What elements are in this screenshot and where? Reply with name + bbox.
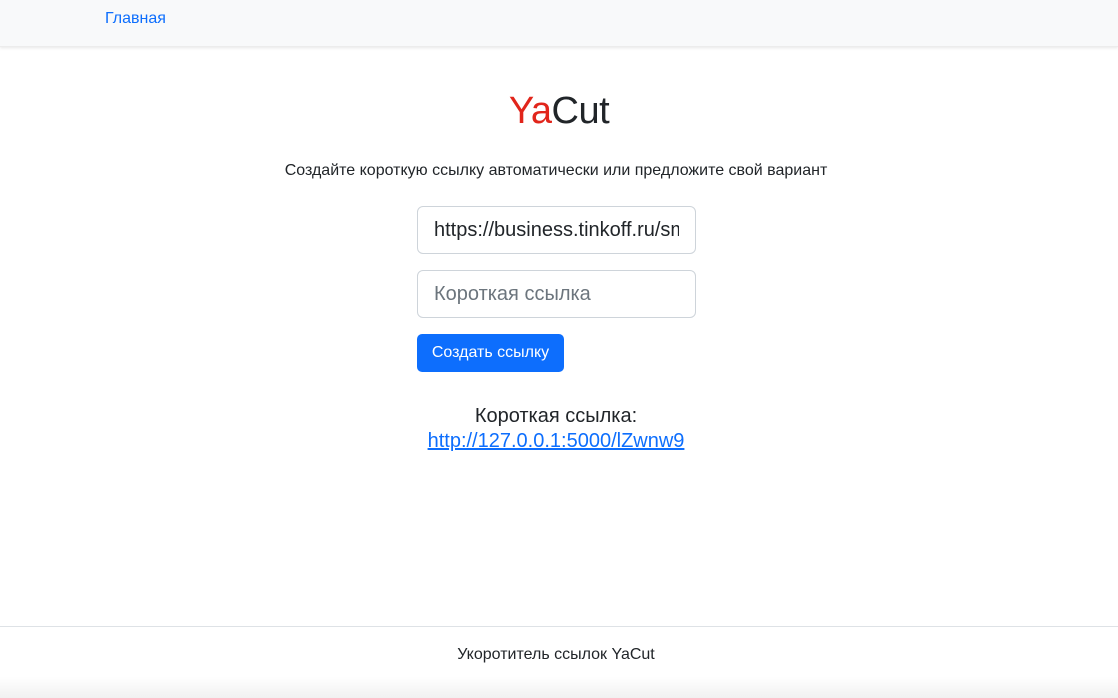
navbar: Главная — [0, 0, 1118, 47]
footer: Укоротитель ссылок YaCut — [0, 626, 1118, 698]
custom-id-input[interactable] — [417, 270, 696, 318]
footer-text: Укоротитель ссылок YaCut — [457, 646, 655, 663]
original-url-input[interactable] — [417, 206, 696, 254]
result-link-container: http://127.0.0.1:5000/lZwnw9 — [0, 428, 1112, 454]
create-link-button[interactable]: Создать ссылку — [417, 334, 564, 372]
short-link[interactable]: http://127.0.0.1:5000/lZwnw9 — [428, 430, 685, 452]
logo-ya: Ya — [508, 90, 552, 132]
result-label: Короткая ссылка: — [474, 405, 638, 427]
logo: YaCut — [0, 88, 1118, 134]
page-tagline: Создайте короткую ссылку автоматически и… — [284, 162, 828, 179]
logo-cut: Cut — [551, 90, 610, 132]
nav-home-link[interactable]: Главная — [105, 10, 166, 28]
